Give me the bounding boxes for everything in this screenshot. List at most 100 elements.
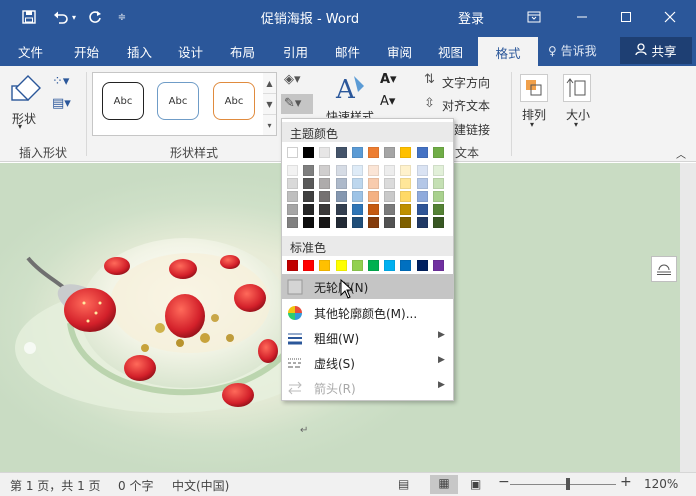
text-direction-label[interactable]: 文字方向 xyxy=(442,74,490,91)
theme-color-shade-swatch[interactable] xyxy=(351,217,363,228)
theme-color-shade-swatch[interactable] xyxy=(400,191,412,202)
standard-color-swatch[interactable] xyxy=(384,260,396,271)
tab-design[interactable]: 设计 xyxy=(178,42,203,61)
undo-dropdown-icon[interactable]: ▾ xyxy=(68,6,80,28)
zoom-in-button[interactable]: + xyxy=(620,474,632,490)
theme-color-shade-swatch[interactable] xyxy=(368,191,379,202)
edit-shape-icon[interactable]: ⁘▾ xyxy=(52,74,69,89)
theme-color-shade-swatch[interactable] xyxy=(319,217,331,228)
gallery-more-icon[interactable]: ▾ xyxy=(263,115,276,136)
text-outline-icon[interactable]: A▾ xyxy=(380,94,395,109)
theme-color-shade-swatch[interactable] xyxy=(319,178,331,189)
login-link[interactable]: 登录 xyxy=(458,8,484,27)
zoom-slider-thumb[interactable] xyxy=(566,478,570,490)
shape-style-2[interactable]: Abc xyxy=(157,82,199,120)
shapes-label[interactable]: 形状 xyxy=(12,110,36,127)
arrange-dropdown-icon[interactable]: ▾ xyxy=(530,120,534,129)
vertical-scrollbar[interactable] xyxy=(680,163,696,472)
tell-me[interactable]: ♀ 告诉我 xyxy=(548,42,597,59)
theme-color-shade-swatch[interactable] xyxy=(400,178,412,189)
theme-color-shade-swatch[interactable] xyxy=(416,165,428,176)
theme-color-swatch[interactable] xyxy=(384,147,396,158)
text-fill-icon[interactable]: A▾ xyxy=(380,72,397,87)
theme-color-shade-swatch[interactable] xyxy=(319,204,331,215)
standard-color-swatch[interactable] xyxy=(287,260,298,271)
read-mode-icon[interactable]: ▤ xyxy=(398,477,409,491)
theme-color-shade-swatch[interactable] xyxy=(368,178,379,189)
print-layout-icon[interactable]: ▦ xyxy=(430,475,458,494)
theme-color-swatch[interactable] xyxy=(400,147,412,158)
standard-color-swatch[interactable] xyxy=(432,260,444,271)
theme-color-swatch[interactable] xyxy=(319,147,331,158)
tab-format[interactable]: 格式 xyxy=(478,37,538,66)
zoom-level[interactable]: 120% xyxy=(644,477,678,491)
theme-color-shade-swatch[interactable] xyxy=(416,217,428,228)
theme-color-shade-swatch[interactable] xyxy=(368,217,379,228)
tab-insert[interactable]: 插入 xyxy=(127,42,152,61)
zoom-out-button[interactable]: − xyxy=(498,474,510,490)
theme-color-shade-swatch[interactable] xyxy=(287,217,298,228)
gallery-up-icon[interactable]: ▲ xyxy=(263,73,276,94)
standard-color-swatch[interactable] xyxy=(400,260,412,271)
align-text-label[interactable]: 对齐文本 xyxy=(442,97,490,114)
theme-color-shade-swatch[interactable] xyxy=(416,191,428,202)
theme-color-shade-swatch[interactable] xyxy=(287,191,298,202)
size-icon[interactable] xyxy=(563,74,591,102)
dashes-item[interactable]: 虚线(S) ▶ xyxy=(282,350,453,375)
arrange-icon[interactable] xyxy=(520,74,548,102)
theme-color-shade-swatch[interactable] xyxy=(351,165,363,176)
more-colors-item[interactable]: 其他轮廓颜色(M)... xyxy=(282,300,453,325)
gallery-down-icon[interactable]: ▼ xyxy=(263,94,276,115)
tab-file[interactable]: 文件 xyxy=(18,42,43,61)
theme-color-shade-swatch[interactable] xyxy=(416,178,428,189)
theme-color-shade-swatch[interactable] xyxy=(335,191,347,202)
ribbon-display-icon[interactable] xyxy=(514,4,554,30)
collapse-ribbon-icon[interactable]: ︿ xyxy=(676,146,686,161)
tab-home[interactable]: 开始 xyxy=(74,42,99,61)
zoom-slider[interactable] xyxy=(510,484,616,485)
create-link-label[interactable]: 建链接 xyxy=(454,121,490,138)
shape-outline-icon[interactable]: ✎▾ xyxy=(284,96,301,111)
tab-mailings[interactable]: 邮件 xyxy=(335,42,360,61)
tab-review[interactable]: 审阅 xyxy=(387,42,412,61)
theme-color-swatch[interactable] xyxy=(287,147,298,158)
theme-color-shade-swatch[interactable] xyxy=(303,165,315,176)
word-count[interactable]: 0 个字 xyxy=(118,477,153,494)
minimize-icon[interactable] xyxy=(562,4,602,30)
web-layout-icon[interactable]: ▣ xyxy=(470,477,481,491)
theme-color-shade-swatch[interactable] xyxy=(432,217,444,228)
theme-color-shade-swatch[interactable] xyxy=(400,217,412,228)
theme-color-shade-swatch[interactable] xyxy=(432,178,444,189)
theme-color-shade-swatch[interactable] xyxy=(335,204,347,215)
standard-color-swatch[interactable] xyxy=(303,260,315,271)
text-direction-icon[interactable]: ⇅ xyxy=(424,72,435,87)
theme-color-shade-swatch[interactable] xyxy=(368,204,379,215)
theme-color-shade-swatch[interactable] xyxy=(384,178,396,189)
language[interactable]: 中文(中国) xyxy=(172,477,229,494)
theme-color-shade-swatch[interactable] xyxy=(432,204,444,215)
quick-styles-icon[interactable]: A xyxy=(334,72,366,106)
theme-color-swatch[interactable] xyxy=(416,147,428,158)
shape-style-1[interactable]: Abc xyxy=(102,82,144,120)
theme-color-swatch[interactable] xyxy=(432,147,444,158)
layout-options-icon[interactable] xyxy=(651,256,677,282)
theme-color-shade-swatch[interactable] xyxy=(287,204,298,215)
text-box-icon[interactable]: ▤▾ xyxy=(52,96,71,111)
customize-icon[interactable]: ≑ xyxy=(111,6,133,28)
theme-color-shade-swatch[interactable] xyxy=(335,165,347,176)
theme-color-swatch[interactable] xyxy=(351,147,363,158)
shapes-dropdown-icon[interactable]: ▾ xyxy=(18,122,22,131)
close-icon[interactable] xyxy=(650,4,690,30)
standard-color-swatch[interactable] xyxy=(335,260,347,271)
theme-color-shade-swatch[interactable] xyxy=(384,217,396,228)
theme-color-shade-swatch[interactable] xyxy=(432,165,444,176)
tab-layout[interactable]: 布局 xyxy=(230,42,255,61)
theme-color-swatch[interactable] xyxy=(303,147,315,158)
tab-references[interactable]: 引用 xyxy=(283,42,308,61)
theme-color-shade-swatch[interactable] xyxy=(400,204,412,215)
theme-color-shade-swatch[interactable] xyxy=(351,191,363,202)
page-count[interactable]: 第 1 页，共 1 页 xyxy=(10,477,101,494)
theme-color-shade-swatch[interactable] xyxy=(351,178,363,189)
theme-color-shade-swatch[interactable] xyxy=(368,165,379,176)
standard-color-swatch[interactable] xyxy=(416,260,428,271)
